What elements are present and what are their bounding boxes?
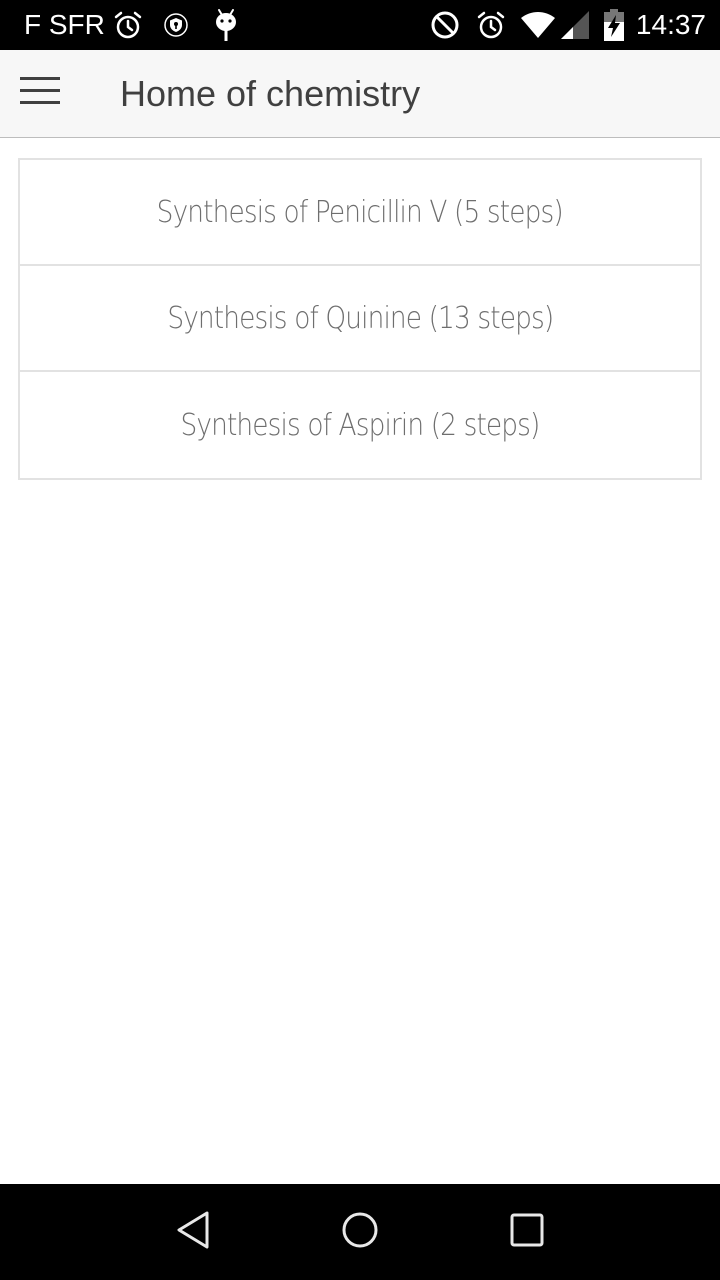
recents-button[interactable] xyxy=(487,1192,567,1272)
back-icon xyxy=(175,1210,211,1255)
navigation-bar xyxy=(0,1184,720,1280)
app-bar: Home of chemistry xyxy=(0,50,720,138)
menu-button[interactable] xyxy=(0,50,80,138)
list-item-penicillin[interactable]: Synthesis of Penicillin V (5 steps) xyxy=(20,160,700,266)
list-item-aspirin[interactable]: Synthesis of Aspirin (2 steps) xyxy=(20,372,700,478)
home-icon xyxy=(340,1210,380,1255)
home-button[interactable] xyxy=(320,1192,400,1272)
back-button[interactable] xyxy=(153,1192,233,1272)
page-title: Home of chemistry xyxy=(120,72,421,114)
clock: 14:37 xyxy=(635,9,706,40)
status-right: 14:37 xyxy=(430,9,706,41)
synthesis-list: Synthesis of Penicillin V (5 steps) Synt… xyxy=(18,158,702,480)
battery-charging-icon xyxy=(603,9,624,41)
hamburger-menu-icon xyxy=(20,77,60,110)
recents-icon xyxy=(509,1212,545,1253)
alarm-icon xyxy=(476,10,506,40)
list-item-label: Synthesis of Quinine (13 steps) xyxy=(167,300,554,336)
status-bar: F SFR 14:37 xyxy=(0,0,720,50)
cell-signal-icon xyxy=(560,10,590,40)
wifi-icon xyxy=(520,10,556,40)
do-not-disturb-icon xyxy=(430,10,460,40)
carrier-label: F SFR xyxy=(24,9,105,40)
alarm-icon xyxy=(113,10,143,40)
list-item-label: Synthesis of Aspirin (2 steps) xyxy=(180,407,541,443)
list-item-quinine[interactable]: Synthesis of Quinine (13 steps) xyxy=(20,266,700,372)
list-item-label: Synthesis of Penicillin V (5 steps) xyxy=(156,194,564,230)
android-icon xyxy=(213,8,239,42)
status-left: F SFR xyxy=(24,8,239,42)
shield-key-icon xyxy=(163,12,189,38)
